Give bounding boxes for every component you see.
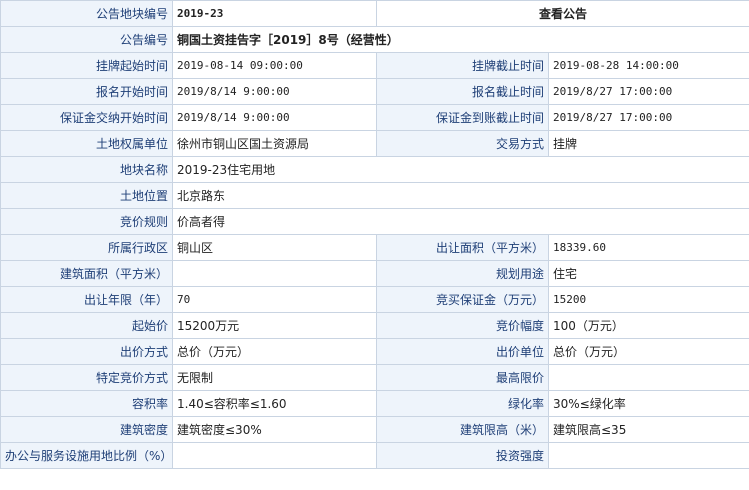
field-label: 挂牌起始时间 [0,52,173,79]
field-label: 土地权属单位 [0,130,173,157]
table-row: 建筑面积（平方米） 规划用途 住宅 [0,260,749,287]
field-label: 建筑限高（米） [376,416,549,443]
table-row: 竞价规则 价高者得 [0,208,749,235]
field-value: 15200万元 [172,312,377,339]
field-value: 30%≤绿化率 [547,390,749,417]
field-value: 2019/8/14 9:00:00 [172,78,377,105]
field-label: 保证金到账截止时间 [376,104,549,131]
field-label: 出价方式 [0,338,173,365]
field-label: 交易方式 [376,130,549,157]
land-parcel-table: 公告地块编号 2019-23 查看公告 公告编号 铜国土资挂告字［2019］8号… [0,0,749,469]
header-row: 公告地块编号 2019-23 查看公告 [0,0,749,27]
notice-no-label: 公告编号 [0,26,173,53]
field-label: 出价单位 [376,338,549,365]
table-row: 容积率 1.40≤容积率≤1.60 绿化率 30%≤绿化率 [0,390,749,417]
notice-row: 公告编号 铜国土资挂告字［2019］8号（经营性） [0,26,749,53]
field-value: 总价（万元） [547,338,749,365]
table-row: 出价方式 总价（万元） 出价单位 总价（万元） [0,338,749,365]
field-value [547,364,749,391]
field-label: 特定竞价方式 [0,364,173,391]
field-label: 地块名称 [0,156,173,183]
field-value: 100（万元） [547,312,749,339]
field-value: 无限制 [172,364,377,391]
field-value: 总价（万元） [172,338,377,365]
field-label: 竞买保证金（万元） [376,286,549,313]
field-label: 报名开始时间 [0,78,173,105]
table-row: 报名开始时间 2019/8/14 9:00:00 报名截止时间 2019/8/2… [0,78,749,105]
field-label: 容积率 [0,390,173,417]
field-value: 徐州市铜山区国土资源局 [172,130,377,157]
field-label: 竞价幅度 [376,312,549,339]
field-value [172,442,377,469]
field-value: 建筑限高≤35 [547,416,749,443]
field-label: 规划用途 [376,260,549,287]
field-label: 出让面积（平方米） [376,234,549,261]
field-label: 最高限价 [376,364,549,391]
field-value: 15200 [547,286,749,313]
field-label: 建筑面积（平方米） [0,260,173,287]
field-label: 竞价规则 [0,208,173,235]
notice-no-value: 铜国土资挂告字［2019］8号（经营性） [171,26,749,53]
table-row: 起始价 15200万元 竞价幅度 100（万元） [0,312,749,339]
field-label: 所属行政区 [0,234,173,261]
field-value [547,442,749,469]
field-value: 价高者得 [171,208,749,235]
field-value: 2019/8/27 17:00:00 [547,78,749,105]
field-value: 1.40≤容积率≤1.60 [172,390,377,417]
field-value: 2019-08-14 09:00:00 [172,52,377,79]
table-row: 特定竞价方式 无限制 最高限价 [0,364,749,391]
field-label: 办公与服务设施用地比例（%） [0,442,173,469]
table-row: 所属行政区 铜山区 出让面积（平方米） 18339.60 [0,234,749,261]
field-value: 挂牌 [547,130,749,157]
table-row: 土地位置 北京路东 [0,182,749,209]
field-value: 铜山区 [172,234,377,261]
field-label: 保证金交纳开始时间 [0,104,173,131]
field-value: 2019-23住宅用地 [171,156,749,183]
field-label: 土地位置 [0,182,173,209]
field-label: 建筑密度 [0,416,173,443]
field-label: 挂牌截止时间 [376,52,549,79]
field-value: 2019/8/27 17:00:00 [547,104,749,131]
field-value: 2019/8/14 9:00:00 [172,104,377,131]
table-row: 挂牌起始时间 2019-08-14 09:00:00 挂牌截止时间 2019-0… [0,52,749,79]
field-label: 报名截止时间 [376,78,549,105]
table-row: 土地权属单位 徐州市铜山区国土资源局 交易方式 挂牌 [0,130,749,157]
table-row: 出让年限（年） 70 竞买保证金（万元） 15200 [0,286,749,313]
table-row: 保证金交纳开始时间 2019/8/14 9:00:00 保证金到账截止时间 20… [0,104,749,131]
field-label: 出让年限（年） [0,286,173,313]
field-label: 绿化率 [376,390,549,417]
field-value: 70 [172,286,377,313]
field-value: 建筑密度≤30% [172,416,377,443]
parcel-no-label: 公告地块编号 [0,0,173,27]
field-label: 起始价 [0,312,173,339]
field-value: 18339.60 [547,234,749,261]
table-row: 建筑密度 建筑密度≤30% 建筑限高（米） 建筑限高≤35 [0,416,749,443]
field-value: 北京路东 [171,182,749,209]
parcel-no-value: 2019-23 [172,0,377,27]
table-row: 办公与服务设施用地比例（%） 投资强度 [0,442,749,469]
field-label: 投资强度 [376,442,549,469]
field-value: 2019-08-28 14:00:00 [547,52,749,79]
field-value [172,260,377,287]
field-value: 住宅 [547,260,749,287]
table-row: 地块名称 2019-23住宅用地 [0,156,749,183]
view-notice-link[interactable]: 查看公告 [375,0,749,27]
